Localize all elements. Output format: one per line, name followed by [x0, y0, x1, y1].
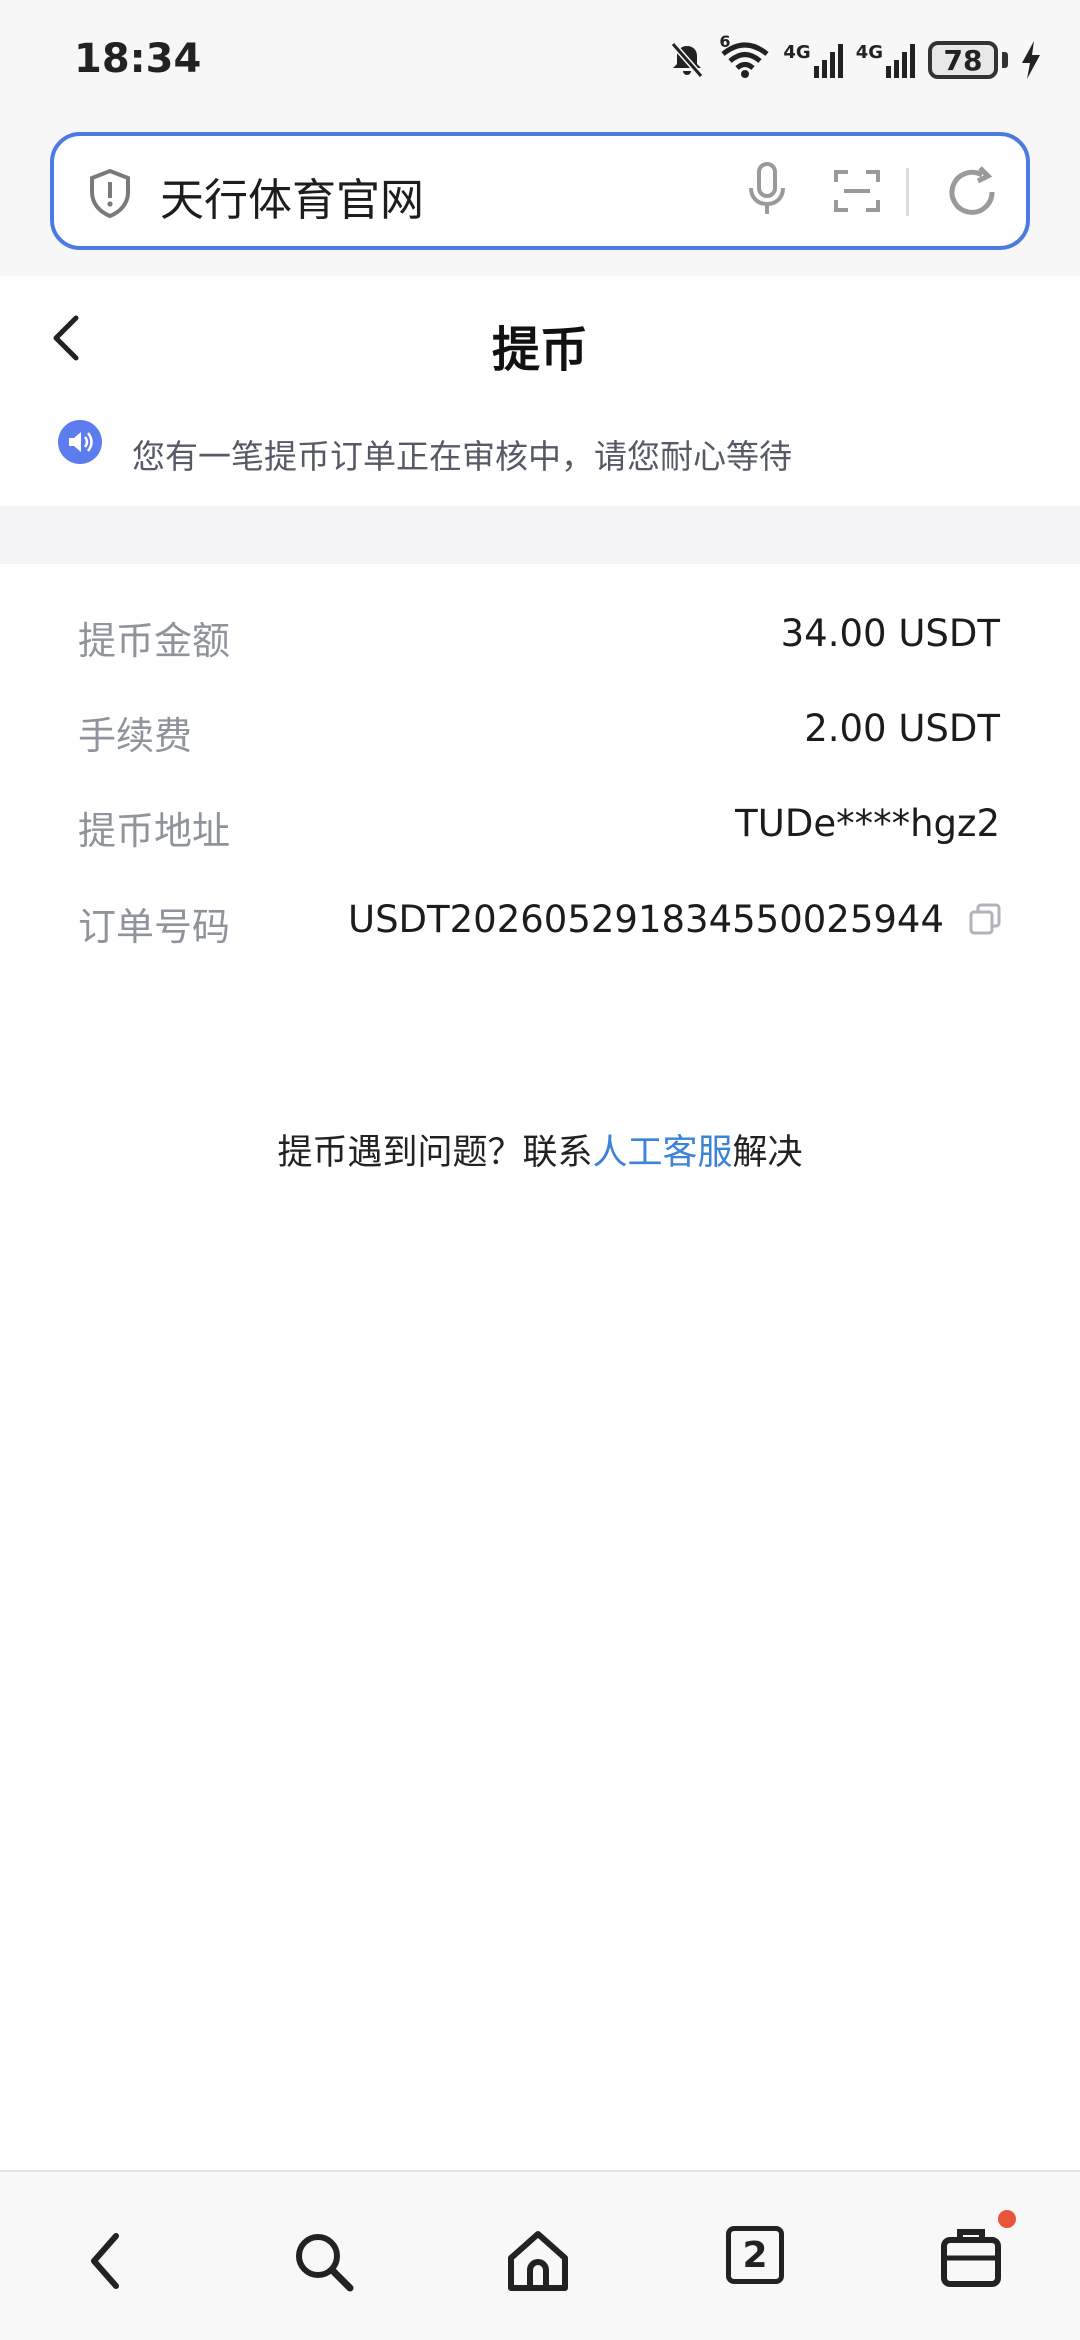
battery-nub: [1002, 52, 1008, 68]
bag-icon[interactable]: [940, 2210, 1016, 2296]
fee-label: 手续费: [78, 714, 193, 758]
battery-level: 78: [943, 43, 983, 77]
charging-icon: [1022, 41, 1040, 79]
page-header: 提币: [0, 276, 1080, 406]
detail-row-address: 提币地址 TUDe****hgz2: [0, 800, 1080, 860]
amount-label: 提币金额: [78, 619, 231, 663]
address-bar[interactable]: 天行体育官网: [50, 132, 1030, 250]
mute-bell-icon: [671, 42, 704, 78]
detail-row-fee: 手续费 2.00 USDT: [0, 705, 1080, 765]
shield-icon[interactable]: [86, 168, 134, 220]
notification-dot: [998, 2210, 1016, 2228]
network-label-1: 4G: [783, 42, 811, 63]
microphone-icon[interactable]: [744, 160, 790, 220]
address-divider: [906, 168, 909, 216]
review-notice: 您有一笔提币订单正在审核中，请您耐心等待: [0, 406, 1080, 506]
notice-text: 您有一笔提币订单正在审核中，请您耐心等待: [132, 437, 792, 476]
browser-toolbar: 天行体育官网: [0, 120, 1080, 276]
battery-icon: 78: [928, 41, 998, 79]
fee-value: 2.00 USDT: [804, 707, 1000, 750]
scan-icon[interactable]: [832, 166, 882, 216]
home-icon[interactable]: [503, 2226, 573, 2296]
signal-bars-icon: [886, 44, 915, 78]
bag-shape: [941, 2229, 1001, 2287]
tabs-icon[interactable]: 2: [726, 2226, 796, 2296]
tabs-count: 2: [726, 2226, 784, 2284]
wifi-label: 6: [719, 32, 731, 51]
customer-service-link[interactable]: 人工客服: [592, 1133, 732, 1173]
amount-value: 34.00 USDT: [780, 612, 1000, 655]
order-label: 订单号码: [78, 905, 231, 949]
copy-icon[interactable]: [968, 902, 1002, 936]
status-bar: 18:34 6 4G 4G 78: [0, 0, 1080, 120]
refresh-icon[interactable]: [944, 164, 1000, 220]
address-label: 提币地址: [78, 809, 231, 853]
status-time: 18:34: [74, 36, 202, 82]
back-icon[interactable]: [72, 2226, 142, 2296]
search-icon[interactable]: [288, 2226, 358, 2296]
detail-row-order: 订单号码 USDT202605291834550025944: [0, 896, 1080, 956]
detail-row-amount: 提币金额 34.00 USDT: [0, 610, 1080, 670]
signal-bars-icon: [813, 44, 843, 78]
section-divider: [0, 506, 1080, 564]
wifi-icon: 6: [719, 32, 771, 80]
browser-bottom-nav: 2: [0, 2170, 1080, 2340]
status-icons: 6 4G 4G 78: [667, 30, 1042, 90]
speaker-icon: [58, 420, 102, 464]
signal-1: 4G: [783, 42, 843, 78]
address-value: TUDe****hgz2: [735, 802, 1000, 845]
help-suffix: 解决: [732, 1133, 803, 1173]
page-title: 提币: [491, 322, 588, 378]
order-value: USDT202605291834550025944: [347, 898, 944, 941]
help-prefix: 提币遇到问题？联系: [277, 1133, 593, 1173]
network-label-2: 4G: [855, 42, 883, 63]
help-text: 提币遇到问题？联系人工客服解决: [0, 1124, 1080, 1175]
address-text[interactable]: 天行体育官网: [160, 164, 424, 228]
signal-2: 4G: [856, 42, 916, 78]
